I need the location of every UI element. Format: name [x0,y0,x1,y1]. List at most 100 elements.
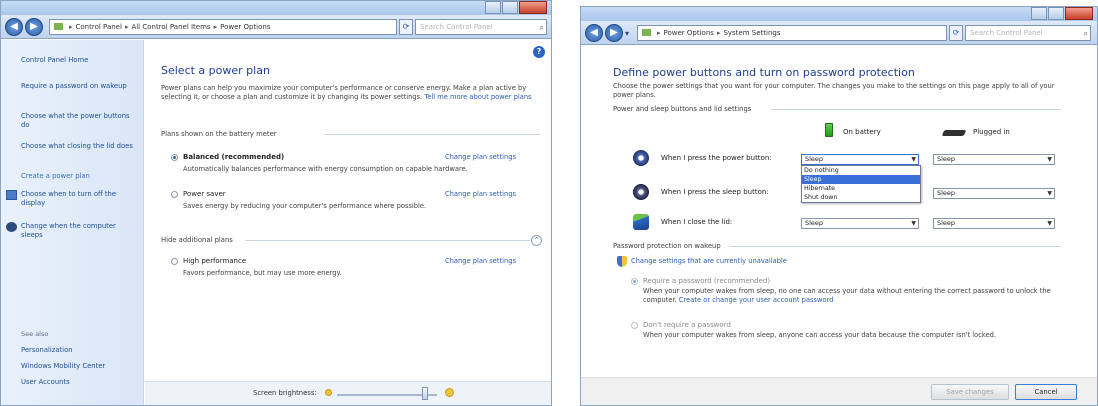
search-input[interactable]: Search Control Panel ⌕ [415,19,547,35]
control-panel-home-link[interactable]: Control Panel Home [21,56,139,65]
row-label-sleep-button: When I press the sleep button: [661,188,769,196]
forward-button[interactable]: ▶ [25,18,43,36]
forward-button[interactable]: ▶ [605,24,623,42]
link-power-buttons[interactable]: Choose what the power buttons do [21,112,139,130]
tell-me-more-link[interactable]: Tell me more about power plans [424,93,531,101]
main-content: Define power buttons and turn on passwor… [581,46,1097,405]
require-password-desc: When your computer wakes from sleep, no … [643,287,1063,305]
close-button[interactable] [1065,7,1093,20]
plan-power-saver-name[interactable]: Power saver [183,190,226,198]
sleep-moon-icon [6,222,17,232]
plan-high-performance-settings-link[interactable]: Change plan settings [445,257,516,265]
power-options-window: ◀ ▶ ▸ Control Panel ▸ All Control Panel Ite… [0,0,552,406]
help-icon[interactable]: ? [533,46,545,58]
navigation-bar: ◀ ▶ ▾ ▸ Power Options ▸ System Settings ⟳ S… [581,21,1097,45]
laptop-lid-icon [633,214,649,230]
back-arrow-icon: ◀ [590,27,598,38]
link-mobility-center[interactable]: Windows Mobility Center [21,362,139,371]
plan-power-saver-settings-link[interactable]: Change plan settings [445,190,516,198]
column-on-battery: On battery [843,128,881,136]
no-password-radio[interactable] [631,322,638,329]
plan-balanced-desc: Automatically balances performance with … [183,165,468,173]
close-button[interactable] [519,1,547,14]
select-value: Sleep [805,155,824,163]
link-computer-sleeps[interactable]: Change when the computer sleeps [21,222,139,240]
maximize-button[interactable] [502,1,518,14]
sleep-button-plugged-select[interactable]: Sleep ▼ [933,188,1055,199]
plan-balanced-radio[interactable] [171,154,178,161]
chevron-down-icon: ▼ [1047,156,1052,163]
intro-text: Choose the power settings that you want … [613,82,1055,99]
section-heading-password: Password protection on wakeup [613,242,721,250]
link-personalization[interactable]: Personalization [21,346,139,355]
power-button-plugged-select[interactable]: Sleep ▼ [933,154,1055,165]
plan-balanced-settings-link[interactable]: Change plan settings [445,153,516,161]
page-title: Select a power plan [161,64,270,77]
require-password-radio[interactable] [631,278,638,285]
plan-high-performance-radio[interactable] [171,258,178,265]
plan-high-performance-desc: Favors performance, but may use more ene… [183,269,342,277]
window-controls [484,1,547,14]
brightness-high-icon [445,388,454,397]
link-create-plan[interactable]: Create a power plan [21,172,139,181]
chevron-right-icon: ▸ [657,29,661,37]
change-unavailable-settings-link[interactable]: Change settings that are currently unava… [631,257,787,265]
cancel-button[interactable]: Cancel [1015,384,1077,400]
option-sleep[interactable]: Sleep [802,175,920,184]
minimize-button[interactable] [1031,7,1047,20]
search-input[interactable]: Search Control Panel ⌕ [965,25,1091,41]
refresh-button[interactable]: ⟳ [949,25,963,41]
require-password-name[interactable]: Require a password (recommended) [643,277,770,285]
brightness-slider-thumb[interactable] [422,387,428,400]
link-require-password[interactable]: Require a password on wakeup [21,82,139,91]
plan-power-saver-radio[interactable] [171,191,178,198]
back-arrow-icon: ◀ [10,21,18,32]
refresh-button[interactable]: ⟳ [399,19,413,35]
page-title: Define power buttons and turn on passwor… [613,66,915,79]
brightness-bar: Screen brightness: [145,381,551,405]
maximize-button[interactable] [1048,7,1064,20]
window-controls [1030,7,1093,20]
collapse-chevron-icon[interactable]: ⌃ [531,235,542,246]
option-hibernate[interactable]: Hibernate [802,184,920,193]
link-closing-lid[interactable]: Choose what closing the lid does [21,142,139,151]
power-button-icon [633,150,649,166]
create-password-link[interactable]: Create or change your user account passw… [679,296,833,304]
address-bar[interactable]: ▸ Control Panel ▸ All Control Panel Items ▸ P… [49,19,397,35]
plan-balanced-name[interactable]: Balanced (recommended) [183,153,284,161]
breadcrumb-power-options[interactable]: Power Options [664,29,714,37]
search-icon: ⌕ [1083,29,1088,38]
minimize-button[interactable] [485,1,501,14]
section-heading-battery-plans: Plans shown on the battery meter [161,130,277,138]
close-lid-plugged-select[interactable]: Sleep ▼ [933,218,1055,229]
control-panel-icon [642,29,651,36]
save-changes-button[interactable]: Save changes [931,384,1009,400]
breadcrumb-control-panel[interactable]: Control Panel [76,23,122,31]
chevron-down-icon: ▼ [1047,220,1052,227]
power-button-battery-select[interactable]: Sleep ▼ [801,154,919,165]
option-do-nothing[interactable]: Do nothing [802,166,920,175]
display-icon [6,190,17,200]
breadcrumb-system-settings[interactable]: System Settings [723,29,780,37]
recent-pages-chevron-icon[interactable]: ▾ [625,29,635,39]
select-value: Sleep [937,155,956,163]
close-lid-battery-select[interactable]: Sleep ▼ [801,218,919,229]
column-plugged-in: Plugged in [973,128,1010,136]
option-shut-down[interactable]: Shut down [802,193,920,202]
link-user-accounts[interactable]: User Accounts [21,378,139,387]
link-turn-off-display[interactable]: Choose when to turn off the display [21,190,139,208]
row-label-power-button: When I press the power button: [661,154,772,162]
plan-high-performance-name[interactable]: High performance [183,257,246,265]
breadcrumb-power-options[interactable]: Power Options [220,23,270,31]
hide-additional-plans-heading[interactable]: Hide additional plans [161,236,233,244]
search-placeholder: Search Control Panel [970,29,1043,37]
select-value: Sleep [937,189,956,197]
back-button[interactable]: ◀ [5,18,23,36]
no-password-name[interactable]: Don't require a password [643,321,731,329]
search-icon: ⌕ [539,23,544,32]
uac-shield-icon [617,256,627,267]
address-bar[interactable]: ▸ Power Options ▸ System Settings [637,25,947,41]
main-content: ? Select a power plan Power plans can he… [145,40,551,405]
breadcrumb-all-items[interactable]: All Control Panel Items [131,23,210,31]
back-button[interactable]: ◀ [585,24,603,42]
